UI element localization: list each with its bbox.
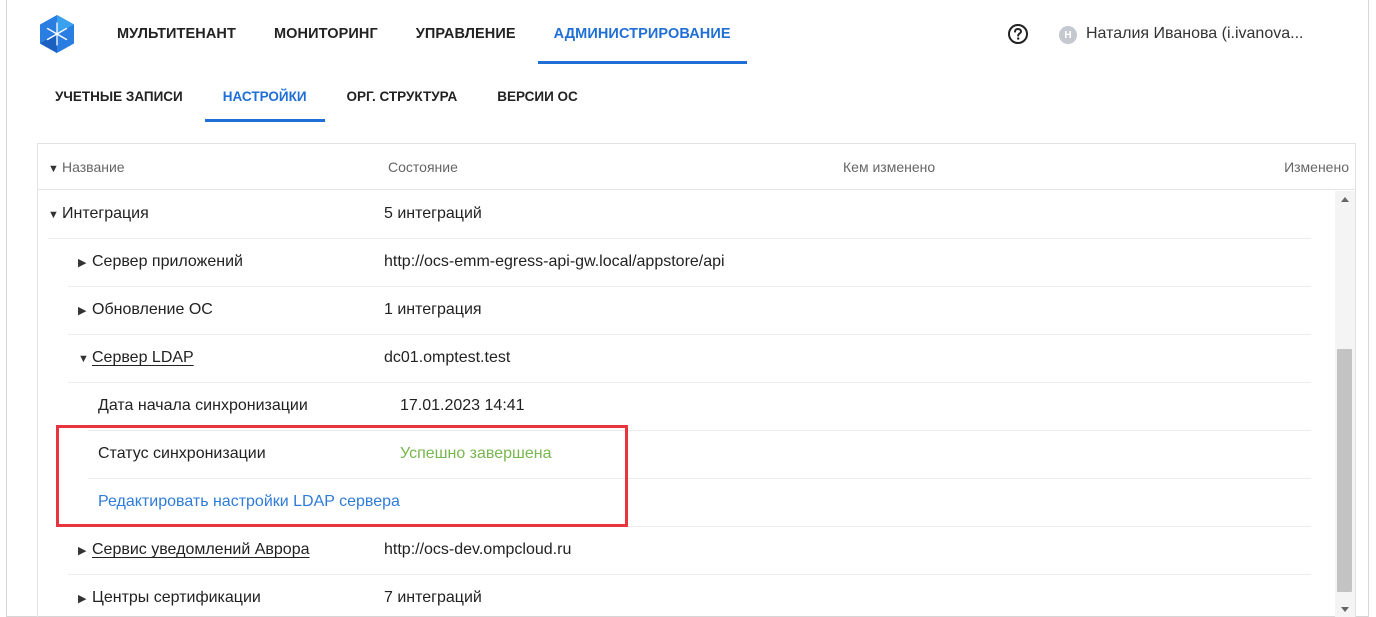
column-header-changed-by: Кем изменено — [843, 159, 936, 175]
caret-right-icon[interactable]: ▶ — [78, 592, 92, 605]
column-header-changed: Изменено — [1284, 159, 1349, 175]
tab-multitenant[interactable]: МУЛЬТИТЕНАНТ — [117, 0, 236, 68]
table-row-aurora-notifications[interactable]: ▶ Сервис уведомлений Аврора http://ocs-de… — [38, 527, 1335, 575]
caret-down-icon[interactable]: ▼ — [48, 209, 62, 221]
scroll-up-icon[interactable] — [1341, 197, 1349, 202]
table-row-ldap-server[interactable]: ▼ Сервер LDAP dc01.omptest.test — [38, 335, 1335, 383]
avatar[interactable]: Н — [1059, 26, 1077, 44]
table-row-app-server[interactable]: ▶ Сервер приложений http://ocs-emm-egress… — [38, 239, 1335, 287]
tab-org-structure[interactable]: ОРГ. СТРУКТУРА — [347, 68, 458, 124]
active-subtab-indicator — [204, 119, 325, 122]
tab-management[interactable]: УПРАВЛЕНИЕ — [416, 0, 516, 68]
top-navigation: МУЛЬТИТЕНАНТ МОНИТОРИНГ УПРАВЛЕНИЕ АДМИН… — [7, 0, 1370, 68]
vertical-scrollbar[interactable] — [1335, 191, 1355, 617]
column-header-state: Состояние — [388, 159, 458, 175]
question-circle-icon[interactable] — [1007, 23, 1029, 45]
highlight-frame — [56, 425, 628, 527]
caret-right-icon[interactable]: ▶ — [78, 544, 92, 557]
caret-right-icon[interactable]: ▶ — [78, 256, 92, 269]
caret-right-icon[interactable]: ▶ — [78, 304, 92, 317]
scrollbar-thumb[interactable] — [1337, 349, 1352, 592]
table-row-sync-start-date: Дата начала синхронизации 17.01.2023 14:… — [38, 383, 1335, 431]
column-header-name[interactable]: ▼ Название — [48, 159, 125, 175]
main-tabs: МУЛЬТИТЕНАНТ МОНИТОРИНГ УПРАВЛЕНИЕ АДМИН… — [117, 0, 769, 68]
user-name[interactable]: Наталия Иванова (i.ivanova... — [1086, 25, 1303, 43]
caret-down-icon[interactable]: ▼ — [78, 353, 92, 365]
table-header: ▼ Название Состояние Кем изменено Изменен… — [38, 144, 1355, 190]
table-body: ▼ Интеграция 5 интеграций ▶ Сервер приложе… — [38, 191, 1335, 617]
app-window: МУЛЬТИТЕНАНТ МОНИТОРИНГ УПРАВЛЕНИЕ АДМИН… — [6, 0, 1369, 617]
sort-caret-icon: ▼ — [48, 163, 59, 175]
table-row-integration[interactable]: ▼ Интеграция 5 интеграций — [38, 191, 1335, 239]
tab-administration[interactable]: АДМИНИСТРИРОВАНИЕ — [537, 0, 747, 68]
tab-settings[interactable]: НАСТРОЙКИ — [204, 68, 325, 124]
tab-monitoring[interactable]: МОНИТОРИНГ — [274, 0, 378, 68]
table-row-os-update[interactable]: ▶ Обновление ОС 1 интеграция — [38, 287, 1335, 335]
table-row-cert-centers[interactable]: ▶ Центры сертификации 7 интеграций — [38, 575, 1335, 617]
tab-accounts[interactable]: УЧЕТНЫЕ ЗАПИСИ — [55, 68, 183, 124]
settings-table: ▼ Название Состояние Кем изменено Изменен… — [37, 143, 1356, 617]
app-logo-icon[interactable] — [37, 14, 77, 54]
scroll-down-icon[interactable] — [1341, 607, 1349, 612]
tab-os-versions[interactable]: ВЕРСИИ ОС — [497, 68, 578, 124]
settings-subtabs: УЧЕТНЫЕ ЗАПИСИ НАСТРОЙКИ ОРГ. СТРУКТУРА … — [55, 68, 618, 124]
active-tab-indicator — [537, 61, 747, 64]
